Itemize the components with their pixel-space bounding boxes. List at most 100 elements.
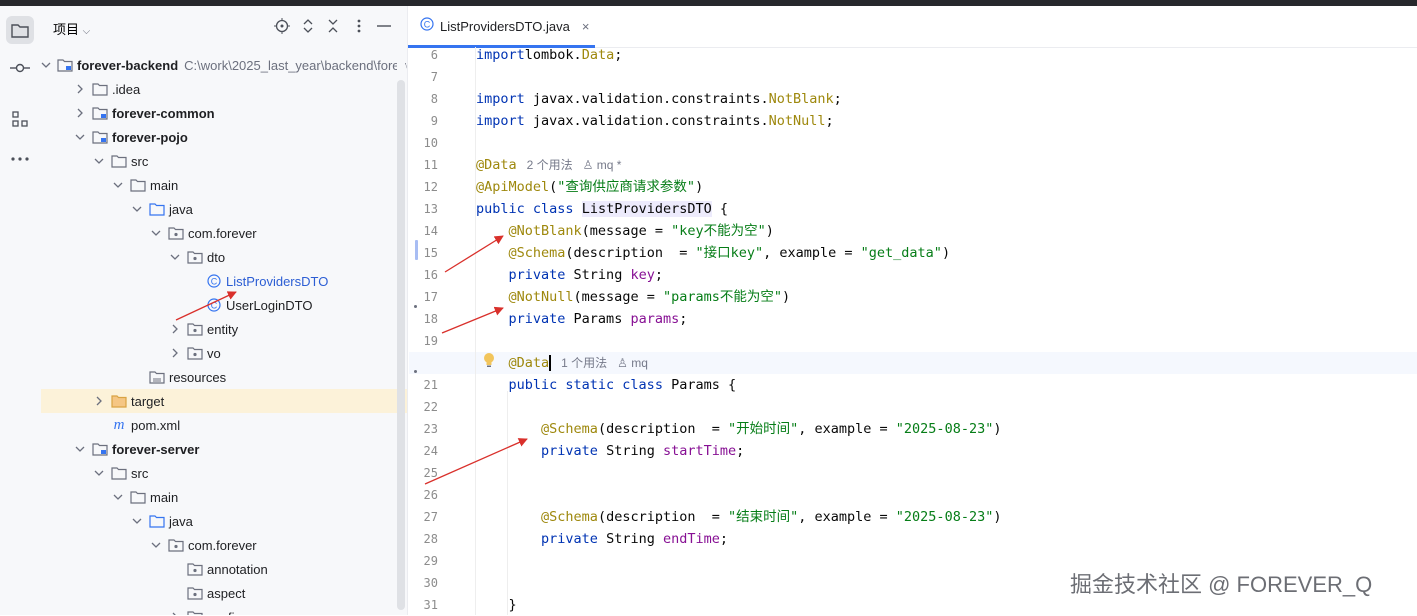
commit-icon[interactable] — [6, 54, 34, 82]
tree-item-label: java — [169, 513, 193, 529]
chevron-right-icon[interactable] — [169, 611, 181, 615]
chevron-down-icon[interactable] — [150, 227, 162, 239]
chevron-right-icon[interactable] — [169, 347, 181, 359]
tree-item[interactable]: .idea — [41, 77, 407, 101]
chevron-down-icon[interactable] — [93, 467, 105, 479]
line-number: 9 — [430, 114, 438, 128]
tree-item[interactable]: annotation — [41, 557, 407, 581]
code-line: private Params params; — [476, 308, 688, 330]
line-number: 15 — [423, 246, 438, 260]
tree-item-label: com.forever — [188, 537, 257, 553]
more-tools-icon[interactable] — [6, 145, 34, 173]
project-panel-title[interactable]: 项目 ⌵ — [53, 19, 90, 38]
chevron-right-icon[interactable] — [74, 107, 86, 119]
chevron-down-icon[interactable] — [41, 59, 51, 71]
tree-item[interactable]: dto — [41, 245, 407, 269]
package-icon — [168, 225, 184, 241]
project-folder-icon[interactable] — [6, 16, 34, 44]
chevron-down-icon[interactable] — [150, 539, 162, 551]
chevron-down-icon[interactable] — [93, 155, 105, 167]
usage-hint[interactable]: 2 个用法 ♙ mq * — [517, 158, 622, 172]
tree-item[interactable]: java — [41, 509, 407, 533]
chevron-down-icon[interactable] — [131, 515, 143, 527]
tab-list-providers-dto[interactable]: C ListProvidersDTO.java × — [408, 6, 595, 48]
code-token: (description = — [565, 245, 696, 261]
code-token: ; — [654, 267, 663, 283]
tree-item[interactable]: main — [41, 173, 407, 197]
line-number: 22 — [423, 400, 438, 414]
chevron-right-icon[interactable] — [74, 83, 86, 95]
tree-item[interactable]: forever-pojo — [41, 125, 407, 149]
code-line: import javax.validation.constraints.NotB… — [476, 88, 842, 110]
code-token: "查询供应商请求参数" — [557, 179, 696, 195]
code-token: ) — [781, 289, 791, 305]
code-line: import javax.validation.constraints.NotN… — [476, 110, 834, 132]
tree-item[interactable]: forever-backend C:\work\2025_last_year\ba… — [41, 53, 407, 77]
code-token: ; — [736, 443, 745, 459]
tree-item[interactable]: src — [41, 461, 407, 485]
tree-item-label: vo — [207, 345, 221, 361]
code-line: @Schema(description = "结束时间", example = … — [476, 506, 1001, 528]
chevron-down-icon[interactable] — [131, 203, 143, 215]
tree-item[interactable]: aspect — [41, 581, 407, 605]
line-number: 7 — [430, 70, 438, 84]
locate-icon[interactable] — [273, 17, 291, 35]
chevron-right-icon[interactable] — [169, 323, 181, 335]
tree-item[interactable]: com.forever — [41, 533, 407, 557]
collapse-all-icon[interactable] — [324, 17, 342, 35]
code-token: "2025-08-23" — [895, 421, 994, 437]
chevron-down-icon[interactable] — [112, 491, 124, 503]
package-icon — [187, 561, 203, 577]
structure-icon[interactable] — [6, 105, 34, 133]
tree-item[interactable]: target — [41, 389, 407, 413]
tree-item[interactable]: main — [41, 485, 407, 509]
indent-guide — [475, 47, 476, 615]
code-line: private String key; — [476, 264, 663, 286]
line-number-gutter: 6789101112131415161718192021222324252627… — [408, 47, 468, 615]
tree-item[interactable]: java — [41, 197, 407, 221]
tree-item[interactable]: forever-server — [41, 437, 407, 461]
tree-item[interactable]: forever-common — [41, 101, 407, 125]
project-panel: 项目 ⌵ forever-backend C:\work\2025_last_ye… — [41, 6, 408, 615]
bulb-icon[interactable] — [483, 352, 495, 373]
expand-all-icon[interactable] — [299, 17, 317, 35]
module-folder-icon — [92, 441, 108, 457]
chevron-down-icon[interactable] — [74, 131, 86, 143]
code-token: import — [476, 91, 525, 107]
svg-text:C: C — [211, 277, 218, 287]
chevron-right-icon[interactable] — [93, 395, 105, 407]
tree-item[interactable]: src — [41, 149, 407, 173]
tree-item[interactable]: config — [41, 605, 407, 615]
gutter-marker — [414, 305, 417, 308]
code-token: ) — [993, 509, 1002, 525]
tree-item[interactable]: vo — [41, 341, 407, 365]
tree-item[interactable]: C ListProvidersDTO — [41, 269, 407, 293]
chevron-down-icon[interactable] — [74, 443, 86, 455]
tree-item[interactable]: m pom.xml — [41, 413, 407, 437]
code-line: private String startTime; — [476, 440, 744, 462]
close-icon[interactable]: × — [582, 19, 590, 34]
module-folder-icon — [57, 57, 73, 73]
code-token: import — [476, 113, 525, 129]
chevron-down-icon[interactable] — [112, 179, 124, 191]
code-token: ) — [765, 223, 774, 239]
code-token: ; — [825, 113, 834, 129]
code-token: "2025-08-23" — [895, 509, 994, 525]
tree-item[interactable]: C UserLoginDTO — [41, 293, 407, 317]
usage-hint[interactable]: 1 个用法 ♙ mq — [551, 356, 648, 370]
tree-item[interactable]: com.forever — [41, 221, 407, 245]
tree-item[interactable]: entity — [41, 317, 407, 341]
hide-panel-icon[interactable] — [375, 17, 393, 35]
line-number: 8 — [430, 92, 438, 106]
line-number: 24 — [423, 444, 438, 458]
tree-item[interactable]: resources — [41, 365, 407, 389]
code-token: ; — [614, 47, 623, 63]
options-icon[interactable] — [350, 17, 368, 35]
chevron-down-icon[interactable] — [169, 251, 181, 263]
project-scrollbar[interactable] — [397, 80, 405, 610]
code-token: String — [597, 443, 663, 459]
